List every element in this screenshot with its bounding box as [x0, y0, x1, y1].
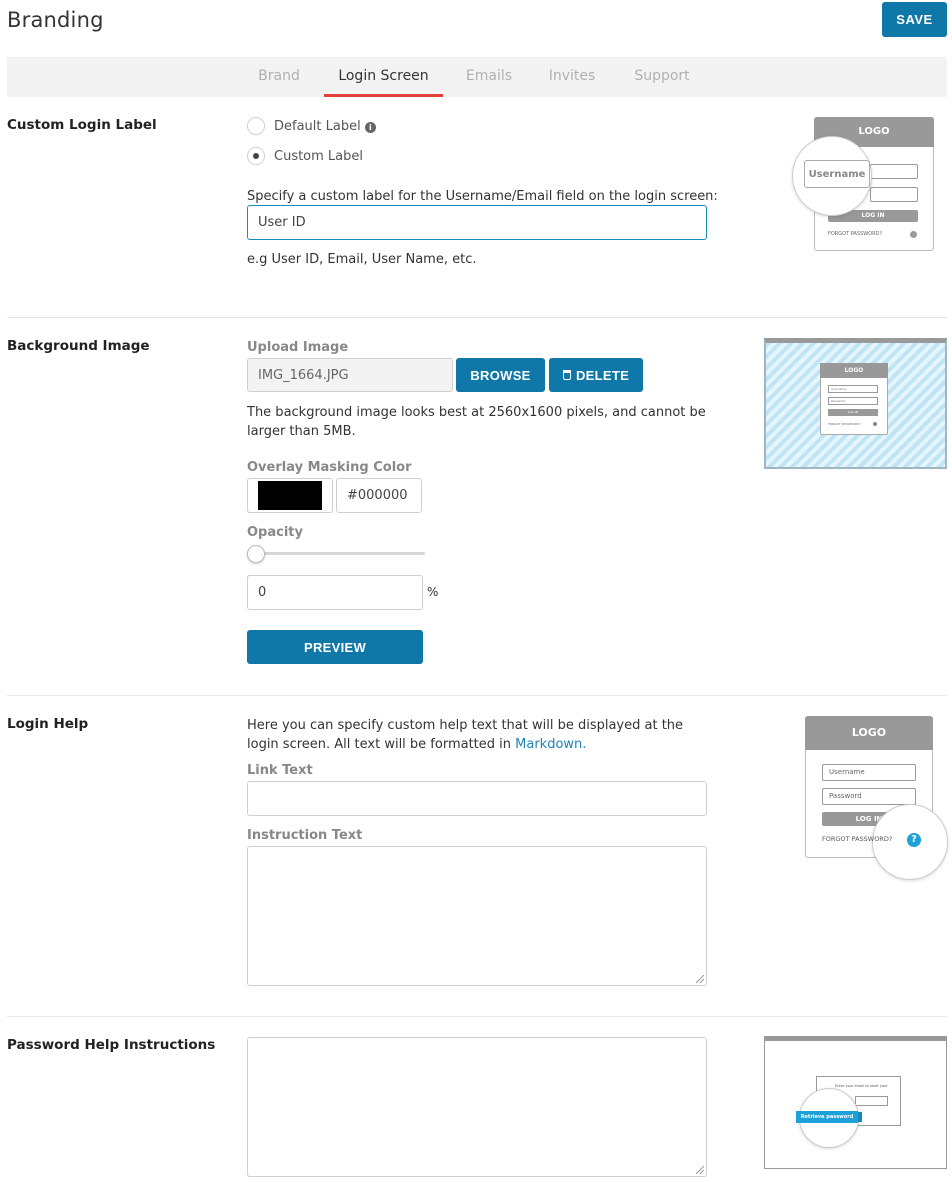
custom-label-preview: LOGO LOG IN FORGOT PASSWORD? Username: [790, 113, 950, 263]
delete-button-label: DELETE: [575, 367, 630, 383]
bg-preview-forgot: FORGOT PASSWORD?: [828, 422, 861, 426]
opacity-slider[interactable]: [247, 545, 425, 565]
upload-image-label: Upload Image: [247, 340, 349, 355]
pw-preview-retrieve-button: Retrieve password: [796, 1111, 858, 1123]
delete-button[interactable]: DELETE: [549, 358, 643, 392]
upload-file-field[interactable]: IMG_1664.JPG: [247, 358, 453, 392]
radio-label-custom: Custom Label: [274, 149, 364, 164]
radio-default-label[interactable]: [247, 117, 265, 135]
login-help-preview: LOGO Username Password LOG IN FORGOT PAS…: [800, 713, 950, 883]
opacity-input[interactable]: 0: [247, 575, 423, 610]
bg-preview-login: LOG IN: [828, 409, 878, 416]
instruction-text-label: Instruction Text: [247, 828, 363, 843]
overlay-color-swatch[interactable]: [247, 478, 333, 513]
tab-login-screen[interactable]: Login Screen: [324, 57, 443, 97]
page-title: Branding: [7, 8, 104, 32]
preview-username-zoom: Username: [804, 160, 870, 188]
background-image-description: The background image looks best at 2560x…: [247, 405, 706, 439]
preview-forgot: FORGOT PASSWORD?: [828, 231, 883, 237]
opacity-slider-thumb[interactable]: [247, 545, 265, 563]
help-preview-forgot: FORGOT PASSWORD?: [822, 835, 893, 843]
login-help-description-text: Here you can specify custom help text th…: [247, 718, 684, 752]
section-title-custom-login-label: Custom Login Label: [7, 117, 157, 133]
help-preview-logo: LOGO: [805, 716, 933, 750]
link-text-input[interactable]: [247, 781, 707, 816]
divider: [7, 317, 947, 318]
login-help-description: Here you can specify custom help text th…: [247, 716, 717, 754]
trash-icon: [562, 370, 571, 380]
custom-label-input[interactable]: User ID: [247, 205, 707, 240]
overlay-color-hex-input[interactable]: #000000: [336, 478, 422, 513]
custom-label-hint: e.g User ID, Email, User Name, etc.: [247, 252, 477, 267]
info-circle-icon[interactable]: i: [364, 122, 376, 133]
background-image-preview: LOGO Username Password LOG IN FORGOT PAS…: [764, 338, 947, 469]
divider: [7, 695, 947, 696]
bg-preview-username: Username: [828, 385, 878, 393]
default-label-text: Default Label: [274, 119, 361, 134]
preview-help-icon: [910, 231, 917, 238]
preview-button[interactable]: PREVIEW: [247, 630, 423, 664]
help-preview-username: Username: [822, 764, 916, 781]
pw-preview-prompt: Enter your email to reset your: [835, 1084, 888, 1088]
password-help-preview: Enter your email to reset your Retrieve …: [764, 1036, 947, 1169]
tab-bar: Brand Login Screen Emails Invites Suppor…: [7, 57, 947, 97]
opacity-label: Opacity: [247, 525, 303, 540]
markdown-link[interactable]: Markdown.: [515, 737, 586, 752]
opacity-unit: %: [427, 585, 439, 599]
overlay-color-label: Overlay Masking Color: [247, 460, 412, 475]
radio-custom-label[interactable]: [247, 147, 265, 165]
password-help-textarea[interactable]: [247, 1037, 707, 1177]
opacity-slider-track: [247, 552, 425, 555]
section-title-password-help: Password Help Instructions: [7, 1037, 216, 1053]
section-title-login-help: Login Help: [7, 716, 89, 732]
custom-label-prompt: Specify a custom label for the Username/…: [247, 189, 718, 204]
resize-handle[interactable]: [696, 975, 704, 983]
bg-preview-password: Password: [828, 397, 878, 405]
tab-emails[interactable]: Emails: [455, 57, 523, 97]
bg-preview-logo: LOGO: [820, 363, 888, 378]
radio-label-default: Default Label i: [274, 119, 376, 134]
tab-brand[interactable]: Brand: [245, 57, 313, 97]
browse-button[interactable]: BROWSE: [456, 358, 545, 392]
link-text-label: Link Text: [247, 763, 313, 778]
tab-support[interactable]: Support: [621, 57, 703, 97]
section-title-background-image: Background Image: [7, 338, 150, 354]
help-preview-password: Password: [822, 788, 916, 805]
divider: [7, 1016, 947, 1017]
tab-invites[interactable]: Invites: [537, 57, 607, 97]
bg-preview-help-icon: [873, 422, 877, 426]
resize-handle[interactable]: [696, 1166, 704, 1174]
instruction-text-textarea[interactable]: [247, 846, 707, 986]
save-button[interactable]: SAVE: [882, 2, 947, 37]
question-circle-icon: ?: [907, 833, 921, 847]
